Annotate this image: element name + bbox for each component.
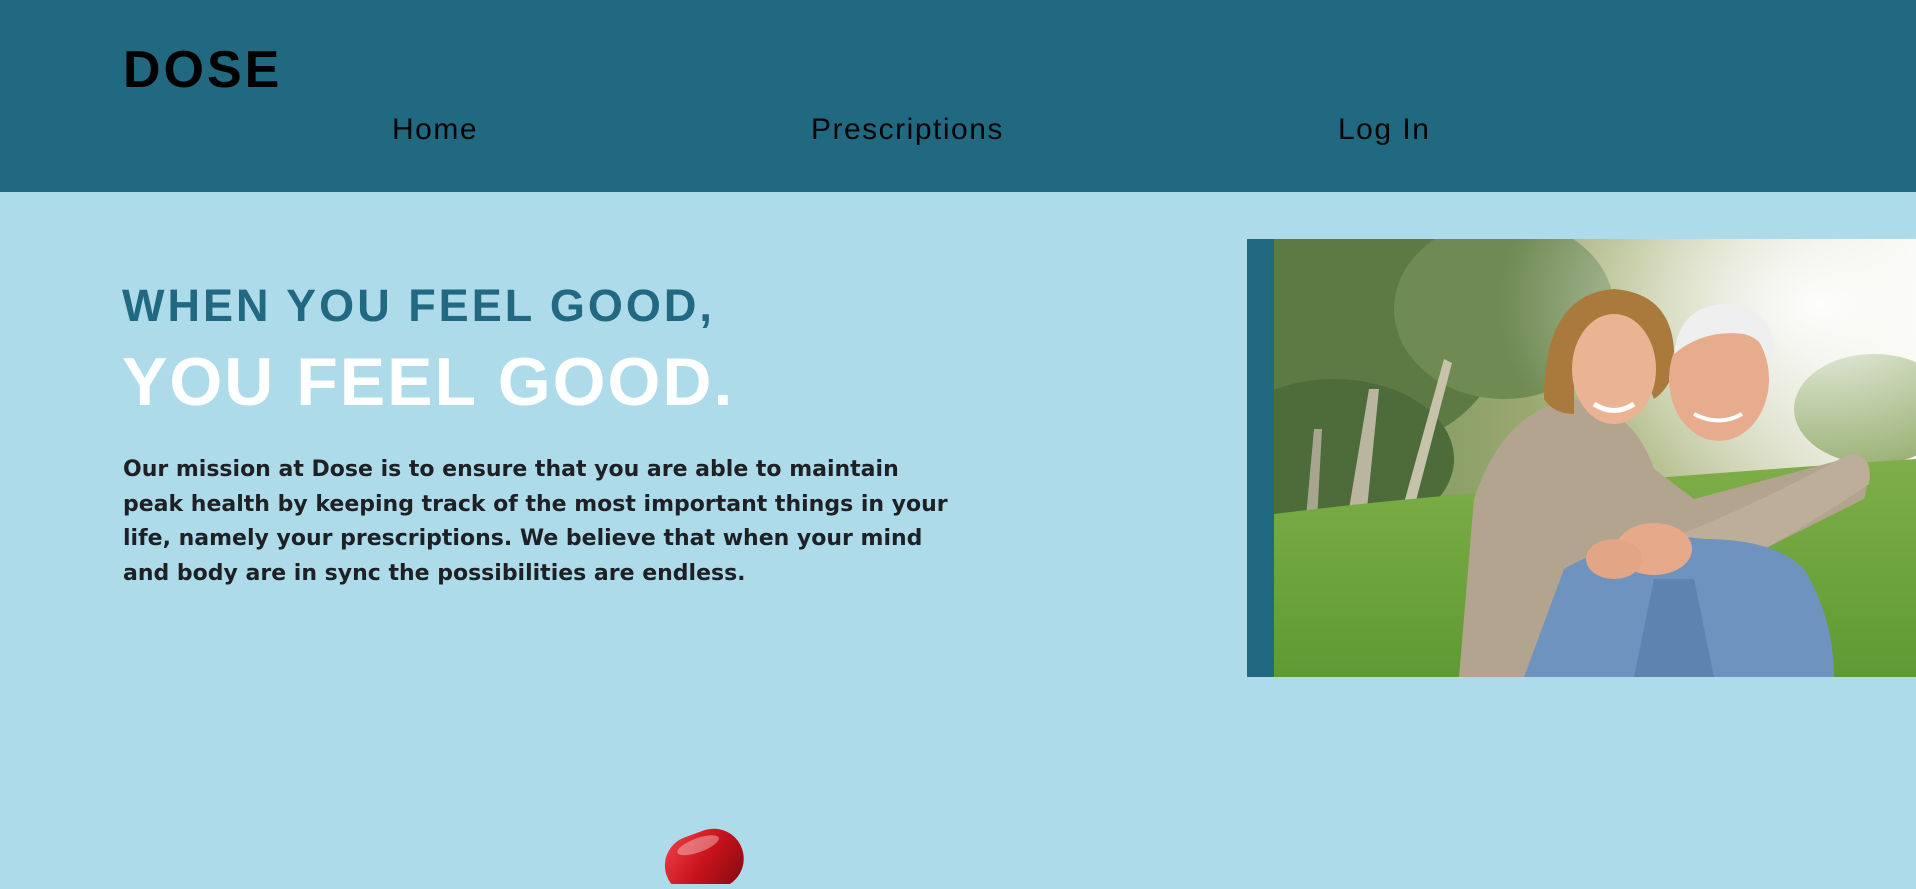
- hero-photo: [1274, 239, 1916, 677]
- headline-primary: WHEN YOU FEEL GOOD,: [122, 280, 715, 331]
- mission-statement: Our mission at Dose is to ensure that yo…: [123, 457, 948, 586]
- headline-secondary: YOU FEEL GOOD.: [122, 344, 735, 420]
- photo-accent-bar: [1247, 239, 1274, 677]
- red-capsule-image: [660, 824, 750, 889]
- logo[interactable]: DOSE: [123, 40, 282, 100]
- nav-link-login[interactable]: Log In: [1338, 112, 1430, 148]
- nav-link-prescriptions[interactable]: Prescriptions: [811, 112, 1004, 148]
- nav-link-home[interactable]: Home: [392, 112, 478, 148]
- site-header: DOSE Home Prescriptions Log In: [0, 0, 1916, 192]
